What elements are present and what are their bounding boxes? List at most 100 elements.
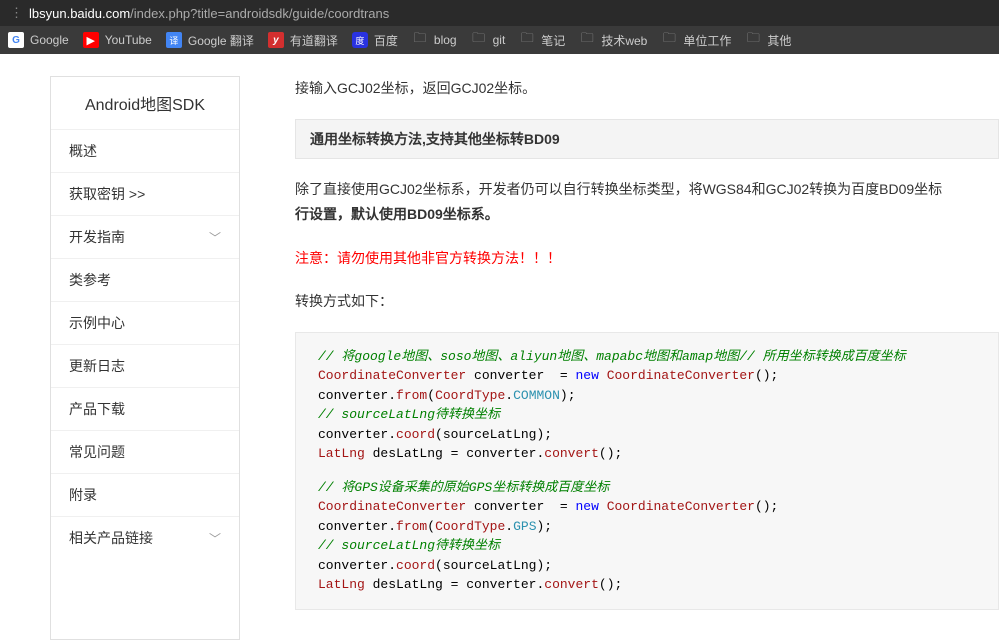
folder-icon: 🗀 bbox=[579, 32, 595, 48]
youdao-icon: y bbox=[268, 32, 284, 48]
code-ident: desLatLng bbox=[365, 446, 451, 461]
sidebar-item-label: 示例中心 bbox=[69, 313, 125, 333]
bookmark-item[interactable]: 🗀 git bbox=[471, 32, 506, 48]
code-sp bbox=[599, 368, 607, 383]
chevron-down-icon: ﹀ bbox=[209, 530, 221, 547]
code-type: CoordinateConverter bbox=[607, 499, 755, 514]
paragraph: 转换方式如下： bbox=[295, 289, 999, 314]
sidebar-item-label: 常见问题 bbox=[69, 442, 125, 462]
youtube-icon: ▶ bbox=[83, 32, 99, 48]
code-punc: . bbox=[388, 558, 396, 573]
code-ident: converter bbox=[318, 519, 388, 534]
code-punc: ); bbox=[536, 558, 552, 573]
code-op: = bbox=[560, 499, 568, 514]
code-punc: ( bbox=[427, 388, 435, 403]
code-sp bbox=[599, 499, 607, 514]
bookmark-item[interactable]: 🗀其他 bbox=[745, 32, 791, 49]
code-ident: desLatLng bbox=[365, 577, 451, 592]
sidebar-item[interactable]: 更新日志 bbox=[51, 344, 239, 387]
bookmark-label: 单位工作 bbox=[683, 32, 731, 49]
code-method: from bbox=[396, 519, 427, 534]
code-comment: // sourceLatLng待转换坐标 bbox=[318, 407, 500, 422]
bookmark-label: Google 翻译 bbox=[188, 32, 254, 49]
sidebar-item[interactable]: 产品下载 bbox=[51, 387, 239, 430]
bookmark-label: 有道翻译 bbox=[290, 32, 338, 49]
bookmark-item[interactable]: 译 Google 翻译 bbox=[166, 32, 254, 49]
bookmark-item[interactable]: y 有道翻译 bbox=[268, 32, 338, 49]
sidebar: Android地图SDK 概述获取密钥 >> 开发指南 ﹀ 类参考示例中心更新日志产品… bbox=[50, 76, 240, 640]
code-keyword: new bbox=[575, 499, 598, 514]
bookmark-label: 其他 bbox=[767, 32, 791, 49]
url-host: lbsyun.baidu.com bbox=[29, 6, 130, 21]
code-type: CoordinateConverter bbox=[318, 368, 466, 383]
code-punc: . bbox=[388, 519, 396, 534]
folder-icon: 🗀 bbox=[471, 32, 487, 48]
sidebar-item[interactable]: 相关产品链接 ﹀ bbox=[51, 516, 239, 559]
bookmark-label: 百度 bbox=[374, 32, 398, 49]
url-bar[interactable]: ⋮ lbsyun.baidu.com/index.php?title=andro… bbox=[0, 0, 999, 26]
code-punc: ( bbox=[435, 427, 443, 442]
code-method: coord bbox=[396, 427, 435, 442]
sidebar-item[interactable]: 概述 bbox=[51, 129, 239, 172]
sidebar-item[interactable]: 获取密钥 >> bbox=[51, 172, 239, 215]
warning-text: 注意：请勿使用其他非官方转换方法！！！ bbox=[295, 246, 999, 271]
bookmark-item[interactable]: 🗀 技术web bbox=[579, 32, 647, 49]
intro-text: 接输入GCJ02坐标，返回GCJ02坐标。 bbox=[295, 76, 999, 101]
bookmark-item[interactable]: 🗀笔记 bbox=[519, 32, 565, 49]
folder-icon: 🗀 bbox=[412, 32, 428, 48]
code-type: LatLng bbox=[318, 446, 365, 461]
sidebar-item-label: 相关产品链接 bbox=[69, 528, 153, 548]
bookmark-label: git bbox=[493, 33, 506, 47]
bookmark-item[interactable]: 度百度 bbox=[352, 32, 398, 49]
code-punc: . bbox=[505, 388, 513, 403]
folder-icon: 🗀 bbox=[519, 32, 535, 48]
code-type: LatLng bbox=[318, 577, 365, 592]
sidebar-item-label: 获取密钥 >> bbox=[69, 184, 145, 204]
code-method: coord bbox=[396, 558, 435, 573]
code-method: from bbox=[396, 388, 427, 403]
code-punc: . bbox=[388, 388, 396, 403]
baidu-icon: 度 bbox=[352, 32, 368, 48]
sidebar-item-label: 附录 bbox=[69, 485, 97, 505]
code-comment: // 将GPS设备采集的原始GPS坐标转换成百度坐标 bbox=[318, 480, 609, 495]
paragraph: 除了直接使用GCJ02坐标系，开发者仍可以自行转换坐标类型，将WGS84和GCJ… bbox=[295, 177, 999, 227]
code-punc: . bbox=[505, 519, 513, 534]
code-punc: ( bbox=[435, 558, 443, 573]
bookmark-item[interactable]: 🗀单位工作 bbox=[661, 32, 731, 49]
sidebar-item[interactable]: 附录 bbox=[51, 473, 239, 516]
bookmark-label: blog bbox=[434, 33, 457, 47]
sidebar-title: Android地图SDK bbox=[51, 77, 239, 129]
code-type: CoordType bbox=[435, 388, 505, 403]
bookmarks-bar: GGoogle ▶YouTube 译 Google 翻译 y 有道翻译度百度 🗀 blog 🗀 g… bbox=[0, 26, 999, 54]
code-const: GPS bbox=[513, 519, 536, 534]
sidebar-item-label: 更新日志 bbox=[69, 356, 125, 376]
code-ident: sourceLatLng bbox=[443, 558, 537, 573]
code-comment: // 将google地图、soso地图、aliyun地图、mapabc地图和am… bbox=[318, 349, 906, 364]
code-ident: converter bbox=[318, 388, 388, 403]
chevron-down-icon: ﹀ bbox=[209, 229, 221, 246]
section-header: 通用坐标转换方法,支持其他坐标转BD09 bbox=[295, 119, 999, 159]
code-method: convert bbox=[544, 446, 599, 461]
code-punc: . bbox=[388, 427, 396, 442]
sidebar-item-label: 产品下载 bbox=[69, 399, 125, 419]
code-punc: ); bbox=[537, 519, 553, 534]
sidebar-item[interactable]: 类参考 bbox=[51, 258, 239, 301]
sidebar-item-label: 开发指南 bbox=[69, 227, 125, 247]
sidebar-item[interactable]: 开发指南 ﹀ bbox=[51, 215, 239, 258]
code-punc: ); bbox=[536, 427, 552, 442]
code-punc: (); bbox=[755, 368, 778, 383]
sidebar-item[interactable]: 示例中心 bbox=[51, 301, 239, 344]
code-ident: converter bbox=[318, 558, 388, 573]
bookmark-item[interactable]: 🗀 blog bbox=[412, 32, 457, 48]
translate-icon: 译 bbox=[166, 32, 182, 48]
bookmark-item[interactable]: ▶YouTube bbox=[83, 32, 152, 48]
bookmark-item[interactable]: GGoogle bbox=[8, 32, 69, 48]
page-container: Android地图SDK 概述获取密钥 >> 开发指南 ﹀ 类参考示例中心更新日志产品… bbox=[0, 54, 999, 640]
sidebar-item-label: 类参考 bbox=[69, 270, 111, 290]
bookmark-label: 技术web bbox=[601, 32, 647, 49]
paragraph-text: 除了直接使用GCJ02坐标系，开发者仍可以自行转换坐标类型，将WGS84和GCJ… bbox=[295, 181, 942, 197]
sidebar-item[interactable]: 常见问题 bbox=[51, 430, 239, 473]
code-const: COMMON bbox=[513, 388, 560, 403]
google-icon: G bbox=[8, 32, 24, 48]
code-ident: converter bbox=[318, 427, 388, 442]
